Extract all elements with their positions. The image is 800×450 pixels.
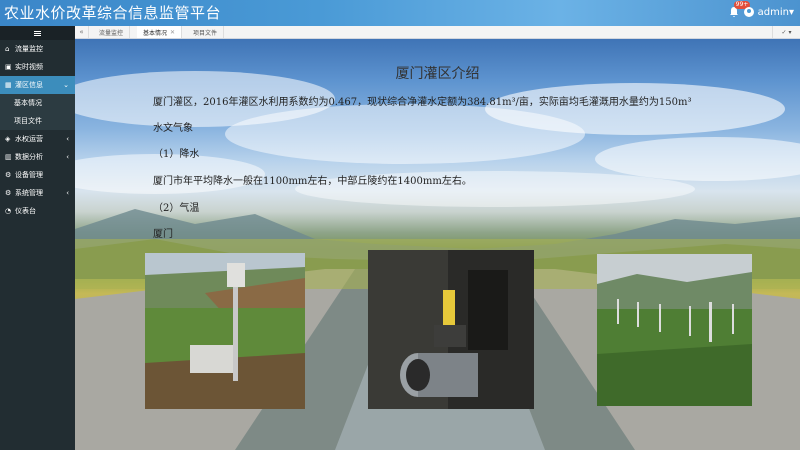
video-icon: ▣ — [5, 63, 12, 71]
sidebar-item-label: 实时视频 — [15, 63, 43, 71]
tab-scroll-left-button[interactable]: « — [75, 26, 89, 38]
sidebar-item-label: 仪表台 — [15, 207, 36, 215]
intro-paragraph: 厦门灌区，2016年灌区水利用系数约为0.467，现状综合净灌水定额为384.8… — [153, 97, 692, 108]
header-right: 99+ admin▾ — [728, 1, 794, 18]
sidebar-item-label: 数据分析 — [15, 153, 43, 161]
site-photo-field-sensors — [597, 254, 752, 406]
top-header: 农业水价改革综合信息监管平台 99+ admin▾ — [0, 0, 800, 26]
tab-project-files[interactable]: 项目文件 — [187, 26, 225, 38]
grid-icon: ▦ — [5, 81, 12, 89]
tab-flow-monitor[interactable]: 流量监控 — [93, 26, 131, 38]
tab-label: 流量监控 — [99, 29, 124, 37]
sidebar-item-label: 灌区信息 — [15, 81, 43, 89]
sidebar-item-water-rights[interactable]: ◈ 水权运营 ‹ — [0, 130, 75, 148]
notification-bell-icon[interactable]: 99+ — [728, 1, 751, 18]
sidebar-subitem-basic-info[interactable]: 基本情况 — [0, 94, 75, 112]
chevron-down-icon: ⌄ — [63, 81, 69, 89]
user-menu[interactable]: admin▾ — [758, 7, 794, 18]
sidebar-item-label: 水权运营 — [15, 135, 43, 143]
sidebar-item-system-management[interactable]: ⚙ 系统管理 ‹ — [0, 184, 75, 202]
tab-label: 项目文件 — [193, 29, 218, 37]
sidebar-item-dashboard[interactable]: ◔ 仪表台 — [0, 202, 75, 220]
sidebar-item-data-analysis[interactable]: ▥ 数据分析 ‹ — [0, 148, 75, 166]
subheading-precipitation: （1）降水 — [153, 149, 200, 160]
sidebar-toggle-button[interactable] — [0, 26, 75, 40]
sidebar-subitem-project-files[interactable]: 项目文件 — [0, 112, 75, 130]
sidebar: ⌂ 流量监控 ▣ 实时视频 ▦ 灌区信息 ⌄ 基本情况 项目文件 ◈ 水权运营 … — [0, 26, 75, 450]
sidebar-item-irrigation-info[interactable]: ▦ 灌区信息 ⌄ — [0, 76, 75, 94]
precipitation-text: 厦门市年平均降水一般在1100mm左右，中部丘陵约在1400mm左右。 — [153, 176, 472, 187]
sidebar-submenu: 基本情况 项目文件 — [0, 94, 75, 130]
dashboard-icon: ◔ — [5, 207, 12, 215]
tag-icon: ◈ — [5, 135, 11, 143]
app-title: 农业水价改革综合信息监管平台 — [4, 4, 222, 22]
subheading-temperature: （2）气温 — [153, 203, 200, 214]
chart-icon: ▥ — [5, 153, 12, 161]
temperature-text: 厦门 — [153, 229, 173, 240]
site-photo-valve — [368, 250, 534, 409]
sidebar-item-label: 流量监控 — [15, 45, 43, 53]
chevron-left-icon: ‹ — [66, 153, 69, 161]
tab-bar: « 流量监控 基本情况 ✕ 项目文件 ✓ ▾ — [75, 26, 800, 39]
page-title: 厦门灌区介绍 — [395, 66, 480, 82]
tab-options-button[interactable]: ✓ ▾ — [772, 26, 800, 38]
chevron-left-icon: ‹ — [66, 135, 69, 143]
sidebar-item-label: 项目文件 — [14, 117, 42, 125]
sidebar-item-label: 基本情况 — [14, 99, 42, 107]
tab-basic-info[interactable]: 基本情况 ✕ — [137, 26, 183, 38]
tab-label: 基本情况 — [143, 29, 168, 37]
menu-icon — [34, 32, 41, 34]
double-chevron-left-icon: « — [79, 28, 84, 36]
home-icon: ⌂ — [5, 45, 10, 53]
tab-options-icon: ✓ — [781, 28, 787, 36]
gears-icon: ⚙ — [5, 189, 12, 197]
section-heading-hydrology: 水文气象 — [153, 123, 193, 134]
sidebar-item-label: 设备管理 — [15, 171, 43, 179]
sidebar-item-device-management[interactable]: ⚙ 设备管理 — [0, 166, 75, 184]
user-name: admin — [757, 6, 789, 18]
sidebar-item-flow-monitor[interactable]: ⌂ 流量监控 — [0, 40, 75, 58]
gear-icon: ⚙ — [5, 171, 12, 179]
sidebar-item-label: 系统管理 — [15, 189, 43, 197]
close-icon[interactable]: ✕ — [170, 29, 175, 36]
user-avatar-icon[interactable] — [743, 7, 754, 17]
sidebar-item-live-video[interactable]: ▣ 实时视频 — [0, 58, 75, 76]
site-photo-monitor-post — [145, 253, 305, 409]
chevron-left-icon: ‹ — [66, 189, 69, 197]
main-content: 厦门灌区介绍 厦门灌区，2016年灌区水利用系数约为0.467，现状综合净灌水定… — [75, 39, 800, 450]
